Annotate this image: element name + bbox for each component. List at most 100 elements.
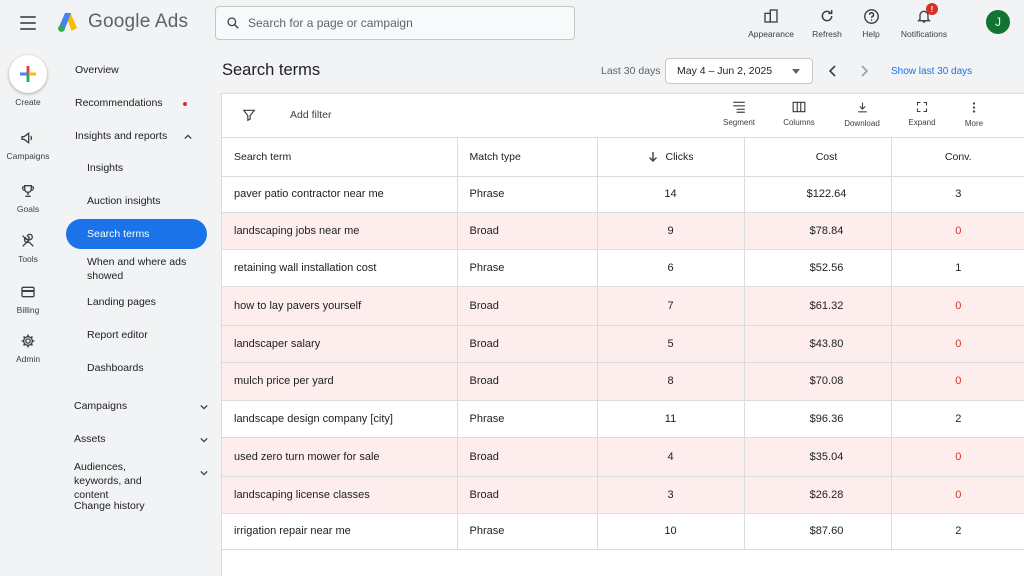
app-name: Google Ads: [88, 11, 189, 32]
more-button[interactable]: More: [960, 101, 988, 128]
nav-landing-pages[interactable]: Landing pages: [87, 296, 212, 308]
cost-cell: $70.08: [744, 362, 892, 401]
match-type-cell: Broad: [457, 437, 598, 477]
nav-when-and-where-ads-showed[interactable]: When and where ads showed: [87, 255, 192, 283]
appearance-icon: [764, 9, 778, 23]
conversions-cell: 2: [891, 400, 1024, 438]
table-row[interactable]: paver patio contractor near me Phrase 14 $1…: [222, 176, 1024, 213]
conversions-cell: 2: [891, 513, 1024, 550]
nav-search-terms[interactable]: Search terms: [66, 219, 207, 249]
table-row[interactable]: landscaper salary Broad 5 $43.80 0: [222, 325, 1024, 363]
table-row[interactable]: irrigation repair near me Phrase 10 $87.60 2: [222, 513, 1024, 550]
date-range-label: Last 30 days: [601, 65, 661, 77]
clicks-cell: 10: [597, 513, 745, 550]
search-term-cell: landscaping license classes: [222, 476, 458, 514]
match-type-cell: Broad: [457, 362, 598, 401]
create-label: Create: [15, 97, 41, 107]
cost-cell: $78.84: [744, 212, 892, 250]
nav-insights-and-reports[interactable]: Insights and reports: [75, 130, 215, 142]
nav-auction-insights[interactable]: Auction insights: [87, 195, 212, 207]
cost-cell: $87.60: [744, 513, 892, 550]
help-button[interactable]: Help: [856, 7, 886, 39]
match-type-cell: Phrase: [457, 249, 598, 287]
search-term-cell: mulch price per yard: [222, 362, 458, 401]
table-row[interactable]: landscaping license classes Broad 3 $26.28 0: [222, 476, 1024, 514]
nav-recommendations[interactable]: Recommendations: [75, 97, 215, 109]
table-row[interactable]: used zero turn mower for sale Broad 4 $35.0…: [222, 437, 1024, 477]
cost-cell: $61.32: [744, 286, 892, 326]
column-header-clicks[interactable]: Clicks: [597, 138, 745, 177]
rail-item-tools[interactable]: Tools: [0, 233, 56, 264]
conversions-cell: 0: [891, 362, 1024, 401]
search-terms-card: Add filter Segment Columns Download Expa…: [221, 93, 1024, 576]
previous-period-icon[interactable]: [825, 63, 841, 79]
next-period-icon[interactable]: [856, 63, 872, 79]
refresh-button[interactable]: Refresh: [808, 7, 846, 39]
left-rail: Create Campaigns Goals Tools Billing Adm…: [0, 46, 56, 576]
create-button[interactable]: [9, 55, 47, 93]
nav-campaigns[interactable]: Campaigns: [74, 400, 214, 412]
nav-change-history[interactable]: Change history: [74, 500, 214, 512]
search-term-cell: retaining wall installation cost: [222, 249, 458, 287]
search-term-cell: used zero turn mower for sale: [222, 437, 458, 477]
rail-item-campaigns[interactable]: Campaigns: [0, 130, 56, 161]
top-bar: Google Ads Appearance Refresh Help ! Not…: [0, 0, 1024, 46]
column-header-conversions[interactable]: Conv.: [891, 138, 1024, 177]
nav-audiences-keywords-content[interactable]: Audiences, keywords, and content: [74, 460, 214, 502]
plus-icon: [20, 66, 36, 82]
columns-button[interactable]: Columns: [780, 101, 818, 127]
credit-card-icon: [21, 286, 35, 298]
add-filter-button[interactable]: Add filter: [290, 109, 331, 121]
table-row[interactable]: mulch price per yard Broad 8 $70.08 0: [222, 362, 1024, 401]
segment-button[interactable]: Segment: [721, 101, 757, 127]
chevron-up-icon: [184, 134, 192, 140]
match-type-cell: Broad: [457, 286, 598, 326]
clicks-cell: 3: [597, 476, 745, 514]
help-icon: [863, 8, 879, 24]
rail-item-admin[interactable]: Admin: [0, 333, 56, 364]
recommendations-alert-dot: [183, 102, 187, 106]
nav-insights[interactable]: Insights: [87, 162, 212, 174]
more-vert-icon: [972, 102, 976, 113]
appearance-button[interactable]: Appearance: [748, 7, 794, 39]
sort-descending-icon: [648, 152, 657, 163]
search-term-cell: how to lay pavers yourself: [222, 286, 458, 326]
chevron-down-icon: [200, 437, 208, 443]
clicks-cell: 7: [597, 286, 745, 326]
search-input[interactable]: [248, 16, 548, 30]
expand-icon: [916, 101, 928, 113]
clicks-cell: 14: [597, 176, 745, 213]
nav-dashboards[interactable]: Dashboards: [87, 362, 212, 374]
show-last-30-days-link[interactable]: Show last 30 days: [891, 66, 972, 77]
column-header-match-type[interactable]: Match type: [457, 138, 598, 177]
nav-assets[interactable]: Assets: [74, 433, 214, 445]
column-header-search-term[interactable]: Search term: [222, 138, 458, 177]
cost-cell: $52.56: [744, 249, 892, 287]
notifications-button[interactable]: ! Notifications: [896, 3, 952, 39]
search-box[interactable]: [215, 6, 575, 40]
expand-button[interactable]: Expand: [906, 101, 938, 127]
cost-cell: $35.04: [744, 437, 892, 477]
nav-overview[interactable]: Overview: [75, 64, 215, 76]
table-row[interactable]: retaining wall installation cost Phrase 6 $…: [222, 249, 1024, 287]
table-row[interactable]: how to lay pavers yourself Broad 7 $61.32 0: [222, 286, 1024, 326]
filter-icon[interactable]: [242, 108, 256, 122]
column-header-cost[interactable]: Cost: [744, 138, 892, 177]
main-menu-button[interactable]: [18, 13, 38, 33]
google-ads-logo[interactable]: Google Ads: [56, 10, 188, 34]
chevron-down-icon: [200, 470, 208, 476]
table-header-row: Search term Match type Clicks Cost Conv.: [222, 138, 1024, 177]
search-terms-table: Search term Match type Clicks Cost Conv.…: [222, 138, 1024, 550]
chevron-down-icon: [200, 404, 208, 410]
rail-item-goals[interactable]: Goals: [0, 183, 56, 214]
table-row[interactable]: landscaping jobs near me Broad 9 $78.84 0: [222, 212, 1024, 250]
table-row[interactable]: landscape design company [city] Phrase 11 $…: [222, 400, 1024, 438]
avatar[interactable]: J: [986, 10, 1010, 34]
date-range-selector[interactable]: May 4 – Jun 2, 2025: [665, 58, 813, 84]
cost-cell: $43.80: [744, 325, 892, 363]
download-button[interactable]: Download: [842, 101, 882, 128]
match-type-cell: Phrase: [457, 513, 598, 550]
rail-item-billing[interactable]: Billing: [0, 284, 56, 315]
conversions-cell: 0: [891, 212, 1024, 250]
nav-report-editor[interactable]: Report editor: [87, 329, 212, 341]
